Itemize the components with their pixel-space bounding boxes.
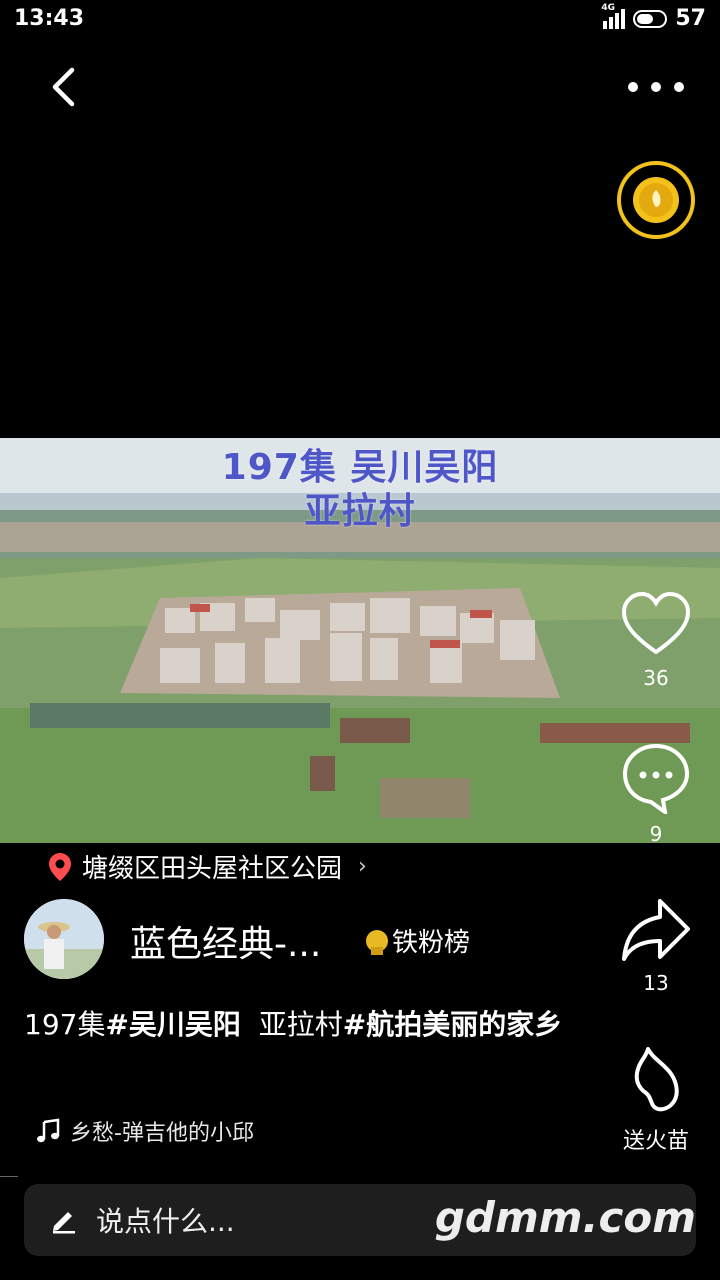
avatar-image xyxy=(24,899,104,979)
watermark: gdmm.com xyxy=(434,1193,696,1242)
pencil-icon xyxy=(53,1212,75,1234)
location-text: 塘缀区田头屋社区公园 xyxy=(82,854,343,884)
author-name[interactable]: 蓝色经典-... xyxy=(130,915,321,967)
share-icon xyxy=(622,899,690,961)
author-avatar[interactable] xyxy=(24,899,104,979)
video-title-line2: 亚拉村 xyxy=(304,491,416,532)
signal-icon: 4G xyxy=(601,3,626,29)
battery-icon xyxy=(633,9,668,28)
heart-icon xyxy=(621,591,691,655)
coin-icon xyxy=(617,161,695,239)
divider xyxy=(0,1176,18,1177)
comment-placeholder: 说点什么... xyxy=(96,1205,235,1238)
like-count: 36 xyxy=(643,666,669,690)
music-info[interactable]: 乡愁-弹吉他的小邱 xyxy=(36,1115,254,1147)
video-title-overlay: 197集 吴川吴阳 亚拉村 xyxy=(0,446,720,534)
comment-icon xyxy=(622,743,690,817)
dot-icon xyxy=(628,82,638,92)
caption-text: 亚拉村 xyxy=(240,1008,343,1041)
comment-count: 9 xyxy=(649,822,663,846)
back-button[interactable] xyxy=(40,62,90,112)
flame-icon xyxy=(634,1047,679,1112)
send-fire-button[interactable]: 送火苗 xyxy=(611,1045,701,1155)
like-button[interactable]: 36 xyxy=(611,590,701,690)
location-pin-icon xyxy=(49,852,71,881)
share-count: 13 xyxy=(643,971,669,995)
battery-level: 57 xyxy=(675,6,706,31)
chevron-left-icon xyxy=(52,67,75,107)
medal-icon xyxy=(366,929,388,955)
share-button[interactable]: 13 xyxy=(611,895,701,995)
video-caption: 197集#吴川吴阳 亚拉村#航拍美丽的家乡 xyxy=(24,1005,584,1045)
dot-icon xyxy=(651,82,661,92)
fans-leaderboard-button[interactable]: 铁粉榜 xyxy=(366,922,470,959)
status-time: 13:43 xyxy=(14,6,85,31)
send-fire-label: 送火苗 xyxy=(622,1129,689,1154)
video-title-line1: 197集 吴川吴阳 xyxy=(221,447,499,488)
caption-text: 197集 xyxy=(24,1008,106,1041)
network-type: 4G xyxy=(601,2,616,13)
caption-hashtag[interactable]: #航拍美丽的家乡 xyxy=(343,1008,562,1041)
status-indicators: 4G 57 xyxy=(601,3,706,32)
music-title: 乡愁-弹吉他的小邱 xyxy=(70,1121,254,1146)
more-options-button[interactable] xyxy=(628,70,684,104)
location-link[interactable]: 塘缀区田头屋社区公园 › xyxy=(48,848,367,885)
dot-icon xyxy=(674,82,684,92)
coin-reward-button[interactable] xyxy=(616,160,696,240)
caption-hashtag[interactable]: #吴川吴阳 xyxy=(105,1008,240,1041)
music-note-icon xyxy=(37,1118,60,1143)
chevron-right-icon: › xyxy=(358,854,367,879)
fans-leaderboard-label: 铁粉榜 xyxy=(392,928,471,958)
comment-button[interactable]: 9 xyxy=(611,742,701,846)
